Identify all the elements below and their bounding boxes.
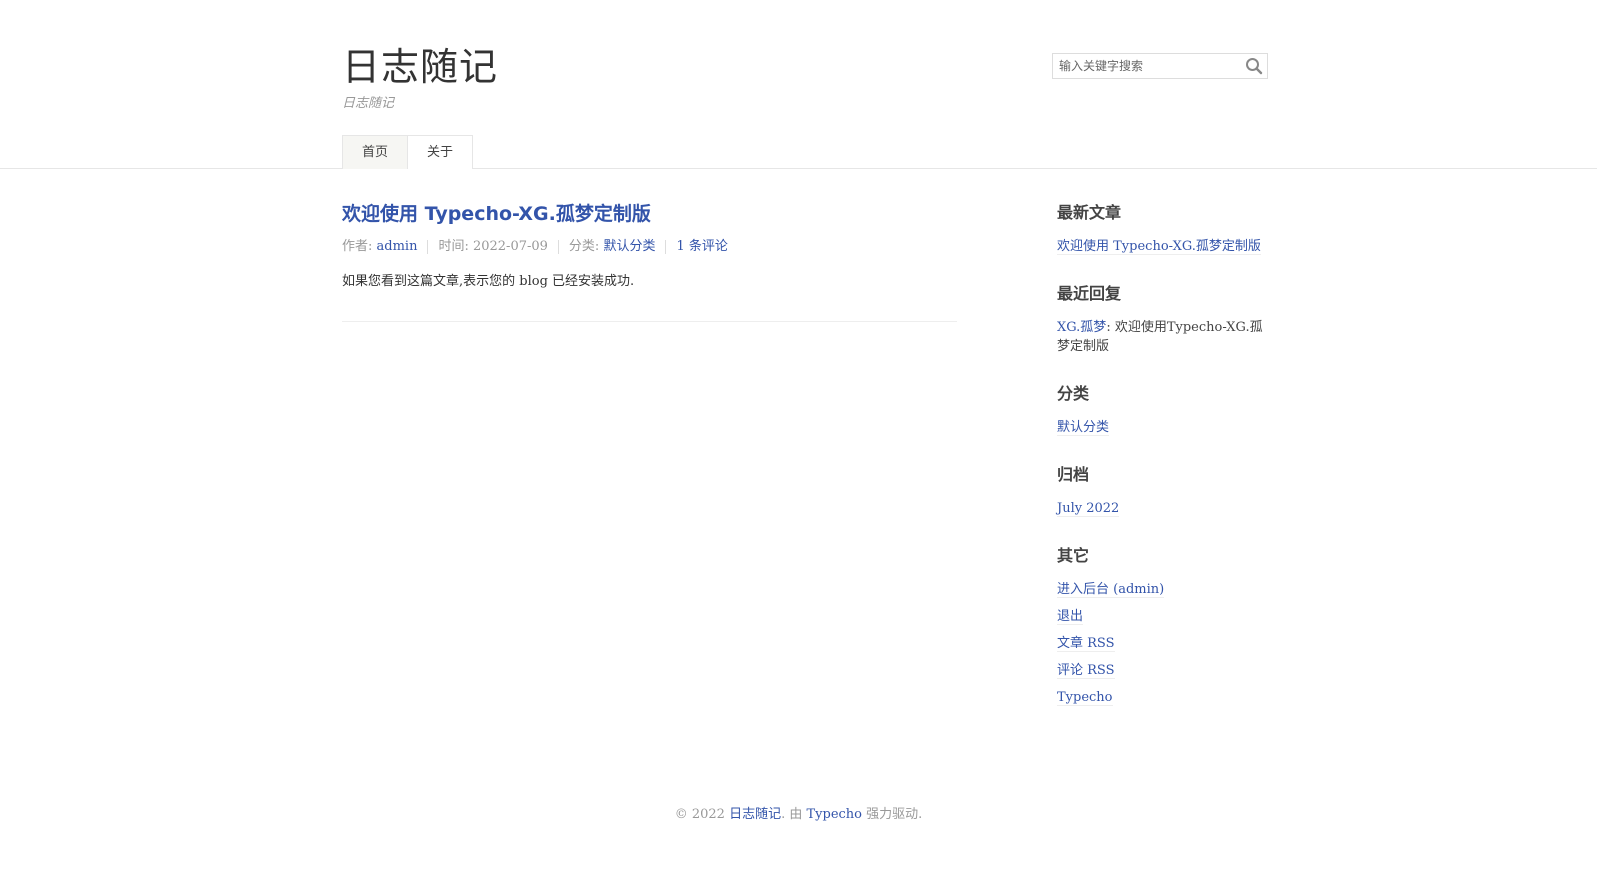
post-category: 分类: 默认分类 [557, 239, 666, 254]
search-input[interactable] [1053, 54, 1239, 78]
footer-typecho-link[interactable]: Typecho [807, 807, 863, 822]
footer-middle-text: . 由 [781, 807, 807, 822]
post-date: 时间: 2022-07-09 [427, 240, 557, 254]
post-author-label: 作者: [342, 239, 377, 254]
list-item: 退出 [1057, 607, 1268, 626]
post-author: 作者: admin [342, 240, 427, 254]
list-item: 欢迎使用 Typecho-XG.孤梦定制版 [1057, 237, 1268, 256]
archive-link[interactable]: July 2022 [1057, 501, 1120, 517]
widget-categories: 分类 默认分类 [1057, 380, 1268, 437]
list-item: 默认分类 [1057, 418, 1268, 437]
page-body: 欢迎使用 Typecho-XG.孤梦定制版 作者: admin 时间: 2022… [342, 169, 1268, 731]
widget-title: 最近回复 [1057, 284, 1122, 303]
recent-posts-list: 欢迎使用 Typecho-XG.孤梦定制版 [1057, 237, 1268, 256]
main-content: 欢迎使用 Typecho-XG.孤梦定制版 作者: admin 时间: 2022… [342, 169, 957, 731]
list-item: 文章 RSS [1057, 634, 1268, 653]
recent-comment-author-link[interactable]: XG.孤梦 [1057, 320, 1106, 335]
search-form [1052, 53, 1268, 79]
site-footer: © 2022 日志随记. 由 Typecho 强力驱动. [0, 803, 1597, 822]
widget-title: 分类 [1057, 384, 1090, 403]
widget-archives: 归档 July 2022 [1057, 461, 1268, 518]
post-date-label: 时间: [438, 239, 473, 254]
site-title[interactable]: 日志随记 [342, 36, 498, 91]
post-date-value: 2022-07-09 [472, 239, 548, 254]
recent-comments-list: XG.孤梦: 欢迎使用Typecho-XG.孤梦定制版 [1057, 318, 1268, 356]
post-entry: 欢迎使用 Typecho-XG.孤梦定制版 作者: admin 时间: 2022… [342, 169, 957, 322]
list-item: Typecho [1057, 688, 1268, 707]
post-comments: 1 条评论 [665, 240, 737, 254]
nav-item-about[interactable]: 关于 [407, 135, 474, 169]
categories-list: 默认分类 [1057, 418, 1268, 437]
site-header: 日志随记 日志随记 首页 关于 [0, 0, 1597, 169]
widget-title: 其它 [1057, 546, 1090, 565]
posts-rss-link[interactable]: 文章 RSS [1057, 636, 1115, 652]
widget-recent-posts: 最新文章 欢迎使用 Typecho-XG.孤梦定制版 [1057, 199, 1268, 256]
comments-rss-link[interactable]: 评论 RSS [1057, 663, 1115, 679]
main-nav: 首页 关于 [342, 135, 474, 169]
widget-recent-comments: 最近回复 XG.孤梦: 欢迎使用Typecho-XG.孤梦定制版 [1057, 280, 1268, 356]
widget-title: 最新文章 [1057, 203, 1122, 222]
list-item: XG.孤梦: 欢迎使用Typecho-XG.孤梦定制版 [1057, 318, 1268, 356]
post-title-link[interactable]: 欢迎使用 Typecho-XG.孤梦定制版 [342, 203, 651, 225]
category-link[interactable]: 默认分类 [1057, 420, 1110, 436]
archives-list: July 2022 [1057, 499, 1268, 518]
typecho-link[interactable]: Typecho [1057, 690, 1113, 706]
post-comments-link[interactable]: 1 条评论 [676, 239, 727, 254]
widget-title: 归档 [1057, 465, 1090, 484]
post-title: 欢迎使用 Typecho-XG.孤梦定制版 [342, 199, 957, 226]
recent-post-link[interactable]: 欢迎使用 Typecho-XG.孤梦定制版 [1057, 239, 1261, 255]
recent-comment-separator: : [1106, 320, 1115, 335]
list-item: 进入后台 (admin) [1057, 580, 1268, 599]
other-list: 进入后台 (admin) 退出 文章 RSS 评论 RSS Typecho [1057, 580, 1268, 707]
site-description: 日志随记 [342, 96, 395, 111]
widget-other: 其它 进入后台 (admin) 退出 文章 RSS 评论 RSS Typecho [1057, 542, 1268, 707]
admin-link[interactable]: 进入后台 (admin) [1057, 582, 1165, 598]
post-category-link[interactable]: 默认分类 [603, 239, 655, 254]
footer-site-link[interactable]: 日志随记 [729, 807, 781, 822]
sidebar: 最新文章 欢迎使用 Typecho-XG.孤梦定制版 最近回复 XG.孤梦: 欢… [1057, 169, 1268, 731]
list-item: 评论 RSS [1057, 661, 1268, 680]
post-category-label: 分类: [568, 239, 604, 254]
logout-link[interactable]: 退出 [1057, 609, 1084, 625]
list-item: July 2022 [1057, 499, 1268, 518]
footer-suffix-text: 强力驱动. [862, 807, 923, 822]
search-button[interactable] [1245, 57, 1263, 75]
post-meta: 作者: admin 时间: 2022-07-09 分类: 默认分类 1 条评论 [342, 240, 957, 254]
search-icon [1246, 58, 1263, 75]
post-content: 如果您看到这篇文章,表示您的 blog 已经安装成功. [342, 274, 635, 289]
nav-item-home[interactable]: 首页 [342, 135, 409, 169]
post-author-link[interactable]: admin [377, 239, 418, 254]
footer-copyright: © 2022 [674, 807, 730, 822]
